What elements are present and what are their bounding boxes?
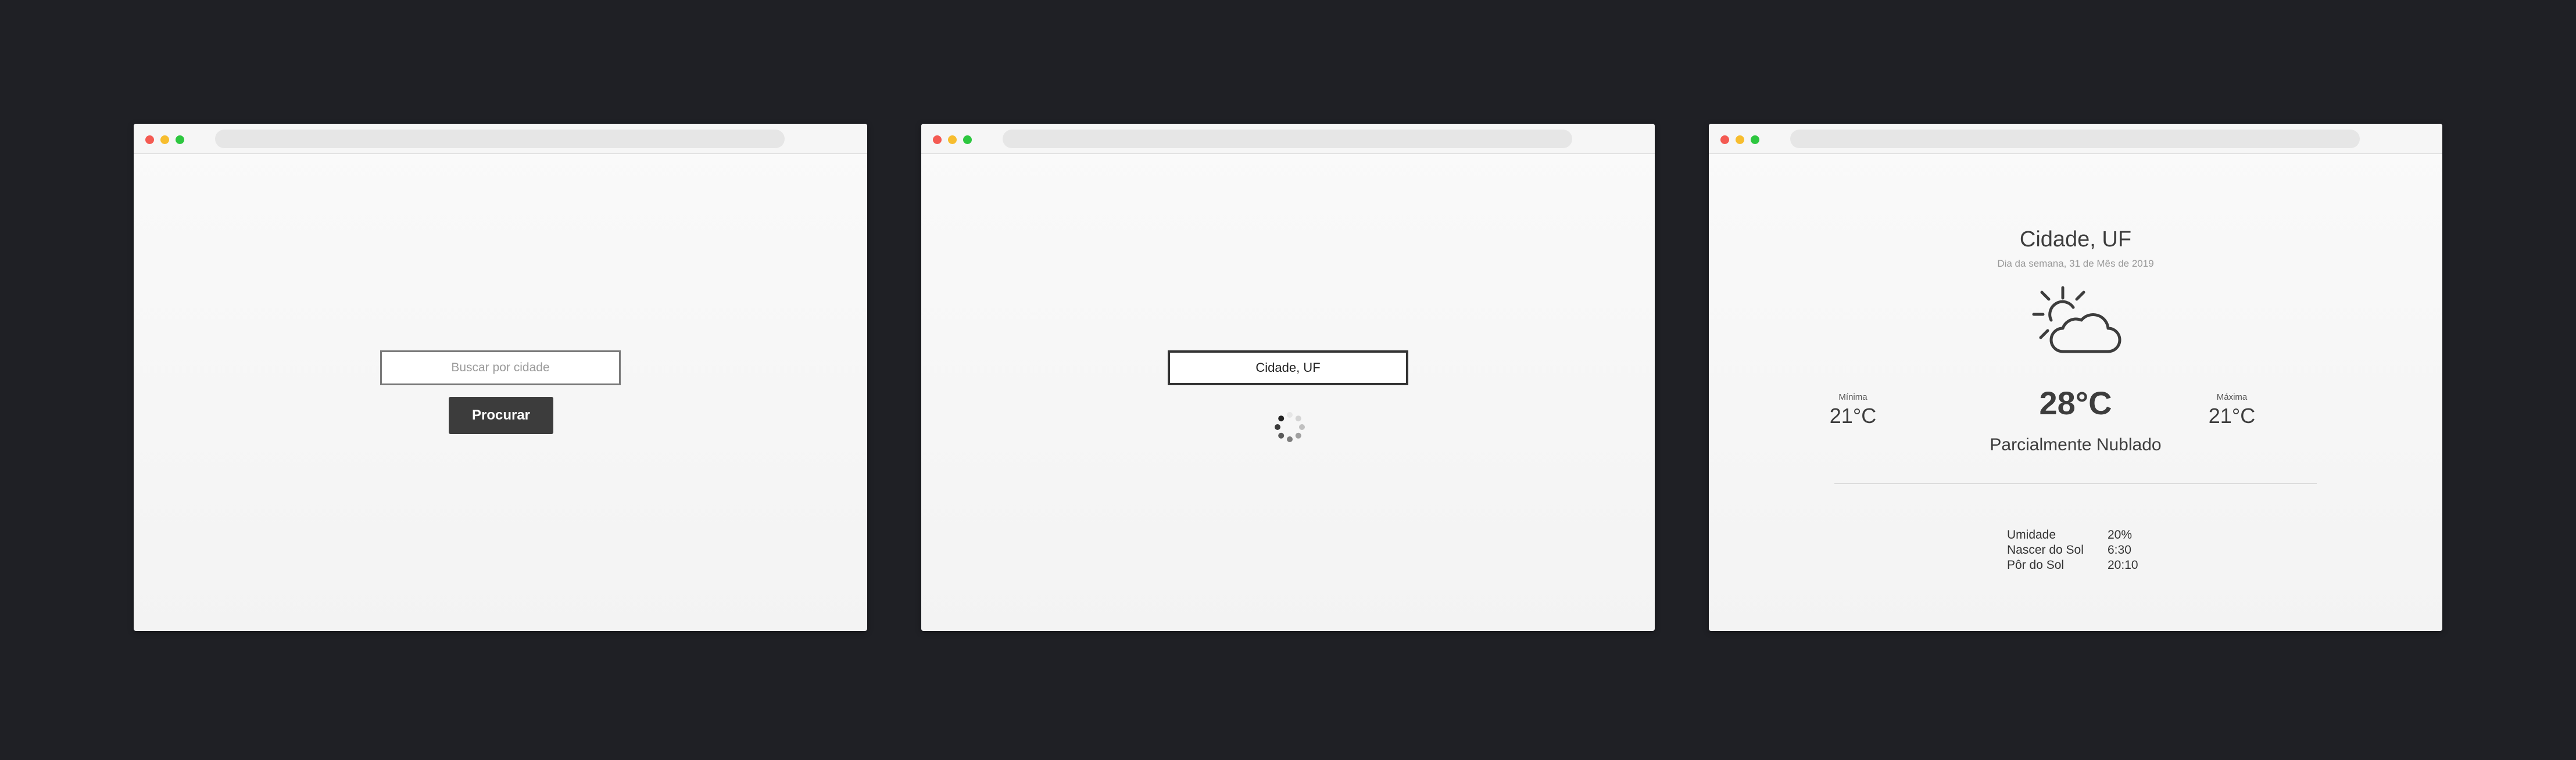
detail-value: 20% xyxy=(2108,528,2133,542)
browser-window-result: Cidade, UF Dia da semana, 31 de Mês de 2… xyxy=(1709,124,2442,631)
close-window-button[interactable] xyxy=(1720,135,1729,144)
close-window-button[interactable] xyxy=(933,135,942,144)
detail-value: 20:10 xyxy=(2108,558,2138,572)
date-text: Dia da semana, 31 de Mês de 2019 xyxy=(1997,258,2154,269)
search-page: Procurar xyxy=(134,154,867,631)
browser-window-loading: Cidade, UF xyxy=(921,124,1655,631)
detail-label: Umidade xyxy=(2007,528,2056,542)
weather-condition: Parcialmente Nublado xyxy=(1990,435,2162,454)
detail-value: 6:30 xyxy=(2108,543,2131,557)
weather-result-page: Cidade, UF Dia da semana, 31 de Mês de 2… xyxy=(1709,154,2442,631)
max-temp-label: Máxima xyxy=(2216,392,2248,402)
city-search-input[interactable] xyxy=(380,350,621,385)
close-window-button[interactable] xyxy=(145,135,154,144)
minimize-window-button[interactable] xyxy=(948,135,957,144)
address-bar[interactable] xyxy=(1003,130,1572,148)
loading-page: Cidade, UF xyxy=(921,154,1655,631)
browser-titlebar xyxy=(921,124,1655,154)
browser-window-search: Procurar xyxy=(134,124,867,631)
minimize-window-button[interactable] xyxy=(1736,135,1744,144)
maximize-window-button[interactable] xyxy=(963,135,972,144)
browser-titlebar xyxy=(1709,124,2442,154)
loading-spinner-icon xyxy=(1275,412,1305,442)
browser-titlebar xyxy=(134,124,867,154)
maximize-window-button[interactable] xyxy=(1751,135,1759,144)
maximize-window-button[interactable] xyxy=(176,135,184,144)
partly-cloudy-icon xyxy=(2032,286,2121,353)
max-temp-value: 21°C xyxy=(2208,404,2256,428)
current-temperature: 28°C xyxy=(2039,385,2112,421)
address-bar[interactable] xyxy=(1790,130,2360,148)
city-title: Cidade, UF xyxy=(2019,227,2132,252)
minimize-window-button[interactable] xyxy=(160,135,169,144)
search-button[interactable]: Procurar xyxy=(449,397,553,434)
detail-label: Pôr do Sol xyxy=(2007,558,2065,572)
address-bar[interactable] xyxy=(215,130,785,148)
detail-label: Nascer do Sol xyxy=(2007,543,2084,557)
divider xyxy=(1834,483,2317,484)
city-search-input-filled[interactable]: Cidade, UF xyxy=(1168,350,1408,385)
